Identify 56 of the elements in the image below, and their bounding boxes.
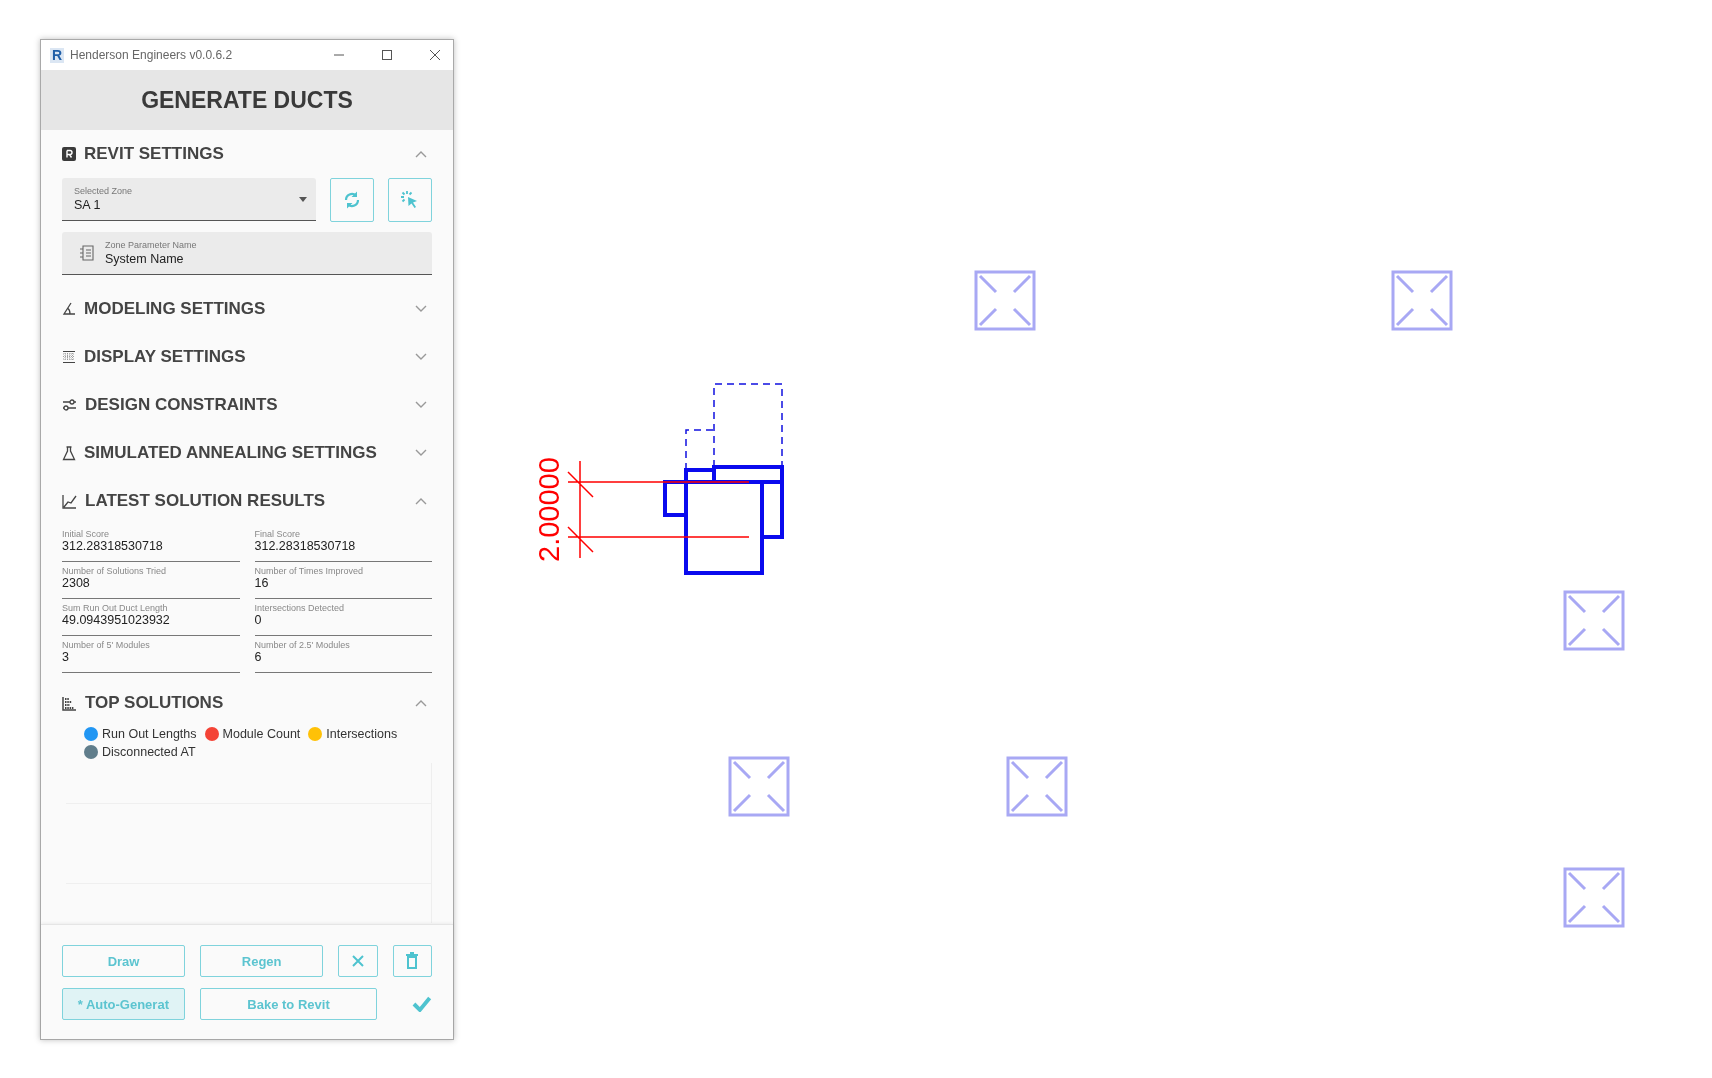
list-icon — [79, 244, 95, 262]
letter-r-icon — [62, 147, 76, 161]
legend-label: Module Count — [222, 727, 301, 741]
legend-label: Run Out Lengths — [102, 727, 197, 741]
zone-parameter-field[interactable]: Zone Parameter Name System Name — [62, 232, 432, 275]
page-heading: GENERATE DUCTS — [141, 86, 353, 114]
section-title[interactable]: REVIT SETTINGS — [84, 144, 224, 164]
section-title[interactable]: SIMULATED ANNEALING SETTINGS — [84, 443, 377, 463]
delete-button[interactable] — [392, 945, 432, 977]
diffuser-icon — [1563, 590, 1625, 651]
legend-label: Intersections — [326, 727, 398, 741]
chevron-down-icon[interactable] — [415, 449, 427, 457]
result-field: Initial Score 312.28318530718 — [62, 529, 240, 562]
chevron-up-icon[interactable] — [415, 699, 427, 707]
window-title: Henderson Engineers v0.0.6.2 — [70, 48, 233, 62]
trash-icon[interactable] — [405, 952, 420, 970]
chevron-down-icon[interactable] — [415, 353, 427, 361]
dimension-label: 2.00000 — [533, 457, 565, 562]
legend-label: Disconnected AT — [102, 745, 196, 759]
chevron-down-icon[interactable] — [415, 305, 427, 313]
result-field: Final Score 312.28318530718 — [254, 529, 432, 562]
close-icon[interactable] — [429, 49, 441, 61]
check-icon[interactable] — [412, 996, 432, 1012]
diffuser-icon — [728, 756, 790, 817]
diffuser-icon — [1006, 756, 1068, 817]
zone-dropdown[interactable]: Selected Zone SA 1 — [62, 178, 316, 221]
bar-chart-icon — [62, 695, 77, 711]
flask-icon — [62, 445, 76, 461]
refresh-icon[interactable] — [343, 190, 361, 210]
result-field: Sum Run Out Duct Length 49.0943951023932 — [62, 603, 240, 636]
result-field: Number of 2.5' Modules 6 — [254, 640, 432, 673]
refresh-button[interactable] — [330, 178, 374, 222]
sliders-icon — [62, 398, 77, 412]
result-field: Number of Times Improved 16 — [254, 566, 432, 599]
chevron-down-icon[interactable] — [415, 401, 427, 409]
app-logo: R — [50, 47, 64, 63]
section-title[interactable]: TOP SOLUTIONS — [85, 693, 224, 713]
chevron-up-icon[interactable] — [415, 150, 427, 158]
result-field: Number of 5' Modules 3 — [62, 640, 240, 673]
result-field: Number of Solutions Tried 2308 — [62, 566, 240, 599]
close-button[interactable] — [338, 945, 378, 977]
diffuser-icon — [1563, 867, 1625, 928]
angle-icon — [62, 302, 76, 316]
line-chart-icon — [62, 493, 77, 509]
chevron-up-icon[interactable] — [415, 497, 427, 505]
result-field: Intersections Detected 0 — [254, 603, 432, 636]
section-title[interactable]: MODELING SETTINGS — [84, 299, 266, 319]
section-title[interactable]: LATEST SOLUTION RESULTS — [85, 491, 326, 511]
section-title[interactable]: DESIGN CONSTRAINTS — [85, 395, 278, 415]
caret-icon[interactable] — [299, 197, 307, 202]
pick-button[interactable] — [388, 178, 432, 222]
maximize-icon[interactable] — [381, 49, 393, 61]
section-title[interactable]: DISPLAY SETTINGS — [84, 347, 246, 367]
grid-icon — [62, 350, 76, 364]
diffuser-icon — [974, 270, 1036, 331]
diffuser-icon — [1391, 270, 1453, 331]
